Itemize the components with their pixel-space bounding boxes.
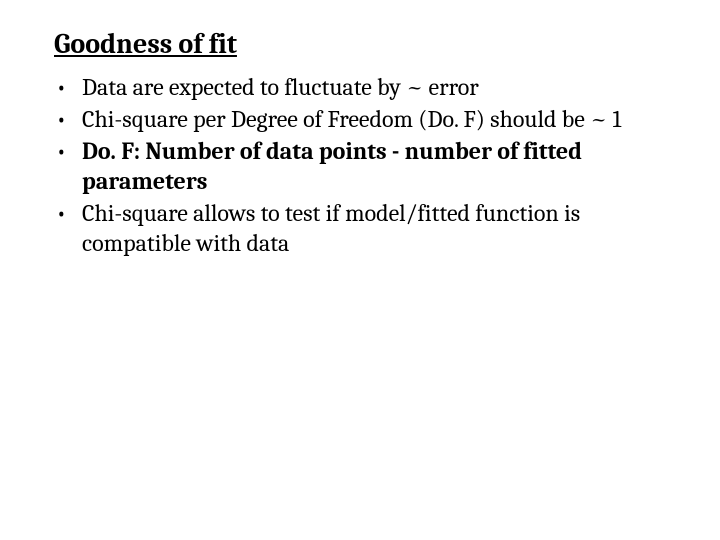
slide: Goodness of fit Data are expected to flu… (0, 0, 720, 540)
list-item: Chi-square per Degree of Freedom (Do. F)… (54, 104, 666, 134)
bullet-text: Data are expected to fluctuate by ~ erro… (82, 73, 479, 101)
list-item: Chi-square allows to test if model/fitte… (54, 198, 666, 258)
list-item: Data are expected to fluctuate by ~ erro… (54, 72, 666, 102)
bullet-text: Do. F: Number of data points - number of… (82, 137, 582, 195)
list-item: Do. F: Number of data points - number of… (54, 136, 666, 196)
bullet-text: Chi-square per Degree of Freedom (Do. F)… (82, 105, 621, 133)
bullet-text: Chi-square allows to test if model/fitte… (82, 199, 580, 257)
bullet-list: Data are expected to fluctuate by ~ erro… (54, 72, 666, 258)
slide-title: Goodness of fit (54, 28, 666, 62)
